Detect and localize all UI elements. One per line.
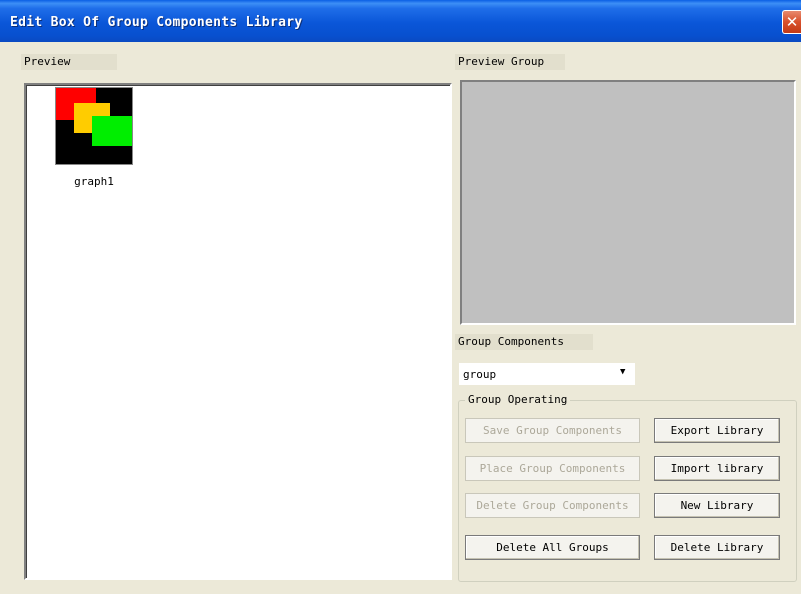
- preview-group-canvas: [460, 80, 796, 325]
- delete-library-button[interactable]: Delete Library: [654, 535, 780, 560]
- import-library-button[interactable]: Import library: [654, 456, 780, 481]
- delete-all-groups-button[interactable]: Delete All Groups: [465, 535, 640, 560]
- group-operating-legend: Group Operating: [465, 393, 571, 406]
- save-group-components-button[interactable]: Save Group Components: [465, 418, 640, 443]
- window-title: Edit Box Of Group Components Library: [10, 15, 303, 30]
- place-group-components-button[interactable]: Place Group Components: [465, 456, 640, 481]
- export-library-button[interactable]: Export Library: [654, 418, 780, 443]
- delete-group-components-button[interactable]: Delete Group Components: [465, 493, 640, 518]
- graph1-thumbnail-icon[interactable]: [55, 87, 133, 165]
- title-bar: Edit Box Of Group Components Library ✕: [0, 0, 801, 42]
- green-square-icon: [92, 116, 132, 146]
- close-icon[interactable]: ✕: [782, 10, 801, 34]
- new-library-button[interactable]: New Library: [654, 493, 780, 518]
- preview-label: Preview: [21, 54, 117, 70]
- graph1-caption[interactable]: graph1: [55, 175, 133, 188]
- preview-group-label: Preview Group: [455, 54, 565, 70]
- group-components-select[interactable]: group ▼: [459, 363, 635, 385]
- group-components-value: group: [463, 368, 497, 381]
- group-components-label: Group Components: [455, 334, 593, 350]
- chevron-down-icon[interactable]: ▼: [620, 367, 625, 377]
